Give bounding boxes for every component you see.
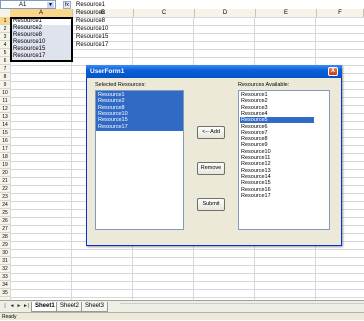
selected-resource-item[interactable]: Resource2	[98, 98, 125, 104]
row-header[interactable]: 16	[0, 137, 10, 145]
sheet-tab-sheet3[interactable]: Sheet3	[81, 302, 109, 312]
available-resource-item[interactable]: Resource17	[241, 193, 271, 199]
first-sheet-icon[interactable]: |◄	[2, 302, 8, 317]
row-header[interactable]: 24	[0, 201, 10, 209]
available-resource-item[interactable]: Resource1	[241, 92, 268, 98]
available-resource-item[interactable]: Resource7	[241, 130, 268, 136]
prev-sheet-icon[interactable]: ◄	[9, 302, 15, 310]
available-resource-item[interactable]: Resource11	[241, 155, 270, 161]
selected-resource-item[interactable]: Resource17	[98, 124, 128, 130]
available-resource-item[interactable]: Resource13	[241, 168, 271, 174]
status-bar: Ready	[0, 312, 364, 320]
row-header[interactable]: 17	[0, 145, 10, 153]
available-resource-item[interactable]: Resource3	[241, 105, 268, 111]
row-header[interactable]: 29	[0, 241, 10, 249]
row-header[interactable]: 3	[0, 33, 10, 41]
name-box[interactable]: A1 ▼	[0, 0, 56, 9]
available-resource-item[interactable]: Resource9	[241, 142, 268, 148]
available-resource-item[interactable]: Resource14	[241, 174, 271, 180]
resources-available-label: Resources Available:	[238, 82, 290, 88]
available-resource-item[interactable]: Resource6	[241, 124, 268, 130]
row-header[interactable]: 13	[0, 113, 10, 121]
available-resource-item[interactable]: Resource15	[241, 180, 271, 186]
available-resource-item[interactable]: Resource8	[241, 136, 268, 142]
cell-column-a[interactable]: Resource17	[13, 52, 45, 60]
row-header[interactable]: 15	[0, 129, 10, 137]
userform-titlebar[interactable]	[86, 65, 342, 78]
row-header[interactable]: 1	[0, 17, 10, 25]
column-header-d[interactable]: D	[195, 9, 256, 17]
chevron-down-icon[interactable]: ▼	[47, 2, 54, 8]
row-header[interactable]: 21	[0, 177, 10, 185]
submit-button[interactable]: Submit	[197, 198, 225, 211]
available-resource-item[interactable]: Resource16	[241, 187, 271, 193]
row-header[interactable]: 18	[0, 153, 10, 161]
selected-resources-label: Selected Resources:	[95, 82, 146, 88]
row-header[interactable]: 20	[0, 169, 10, 177]
cell-column-b[interactable]: Resource15	[76, 33, 108, 41]
add-button[interactable]: <-- Add	[197, 126, 225, 139]
column-header-e[interactable]: E	[256, 9, 317, 17]
row-header[interactable]: 12	[0, 105, 10, 113]
row-header[interactable]: 27	[0, 225, 10, 233]
available-resource-item[interactable]: Resource10	[241, 149, 271, 155]
userform-title: UserForm1	[90, 68, 125, 75]
cell-column-b[interactable]: Resource2	[76, 9, 105, 17]
selected-resource-item[interactable]: Resource1	[98, 92, 125, 98]
close-button[interactable]: X	[328, 67, 338, 76]
row-header[interactable]: 10	[0, 89, 10, 97]
available-resource-item[interactable]: Resource5	[240, 117, 314, 124]
row-header[interactable]: 7	[0, 65, 10, 73]
sheet-tab-sheet1[interactable]: Sheet1	[31, 302, 59, 312]
last-sheet-icon[interactable]: ►|	[23, 302, 29, 310]
sheet-tab-sheet2[interactable]: Sheet2	[56, 302, 84, 312]
row-header[interactable]: 25	[0, 209, 10, 217]
row-header[interactable]: 26	[0, 217, 10, 225]
available-resource-item[interactable]: Resource12	[241, 161, 271, 167]
row-header[interactable]: 5	[0, 49, 10, 57]
horizontal-scrollbar[interactable]	[120, 303, 364, 311]
row-header[interactable]: 28	[0, 233, 10, 241]
row-header[interactable]: 33	[0, 273, 10, 281]
cell-column-b[interactable]: Resource10	[76, 25, 108, 33]
row-header[interactable]: 9	[0, 81, 10, 89]
name-box-value: A1	[19, 2, 27, 8]
selected-resource-item[interactable]: Resource15	[98, 117, 128, 123]
row-header[interactable]: 31	[0, 257, 10, 265]
selected-resources-list[interactable]: Resource1 Resource2 Resource8 Resource10 Res…	[95, 90, 184, 230]
cell-column-b[interactable]: Resource17	[76, 41, 108, 49]
resources-available-list[interactable]: Resource1 Resource2 Resource3 Resource4 Reso…	[238, 90, 330, 230]
available-resource-item[interactable]: Resource4	[241, 111, 268, 117]
row-header[interactable]: 23	[0, 193, 10, 201]
row-header[interactable]: 6	[0, 57, 10, 65]
available-resource-item[interactable]: Resource2	[241, 98, 268, 104]
row-header[interactable]: 2	[0, 25, 10, 33]
row-header[interactable]: 14	[0, 121, 10, 129]
insert-function-button[interactable]: fx	[63, 1, 71, 9]
row-header[interactable]: 34	[0, 281, 10, 289]
cell-column-b[interactable]: Resource8	[76, 17, 105, 25]
cell-column-b[interactable]: Resource1	[76, 1, 105, 9]
row-header[interactable]: 32	[0, 265, 10, 273]
column-header-a[interactable]: A	[10, 9, 73, 17]
column-header-f[interactable]: F	[317, 9, 364, 17]
row-header[interactable]: 30	[0, 249, 10, 257]
row-header[interactable]: 8	[0, 73, 10, 81]
selected-resource-item[interactable]: Resource8	[98, 105, 125, 111]
next-sheet-icon[interactable]: ►	[16, 302, 22, 310]
row-header[interactable]: 35	[0, 289, 10, 297]
row-header[interactable]: 19	[0, 161, 10, 169]
row-header[interactable]: 11	[0, 97, 10, 105]
row-header[interactable]: 4	[0, 41, 10, 49]
remove-button[interactable]: Remove	[197, 162, 225, 175]
selected-resource-item[interactable]: Resource10	[98, 111, 128, 117]
column-header-c[interactable]: C	[134, 9, 195, 17]
row-header[interactable]: 22	[0, 185, 10, 193]
